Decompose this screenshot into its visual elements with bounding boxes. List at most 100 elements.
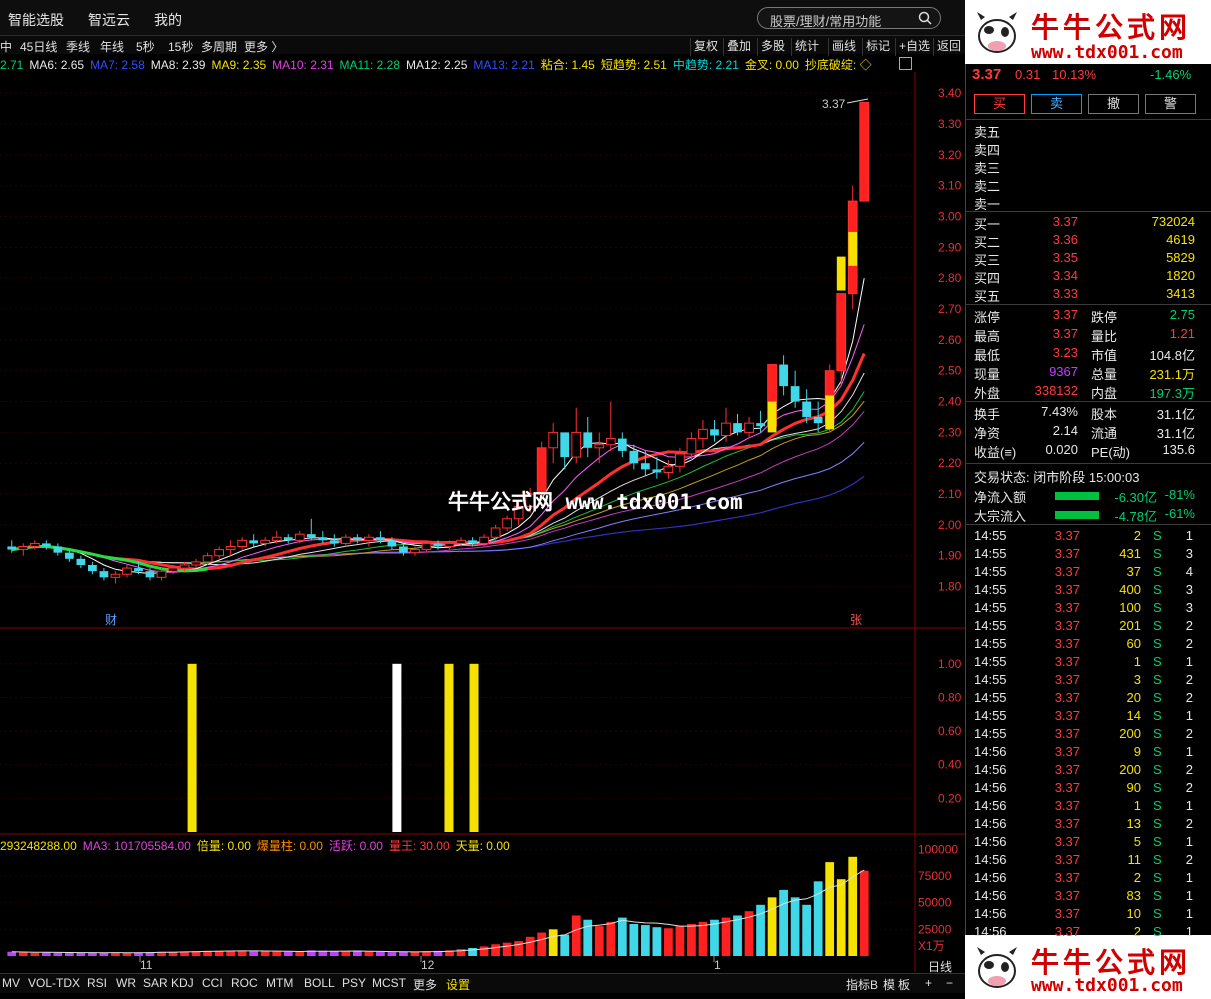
- cow-logo-icon: [977, 947, 1017, 988]
- quote-line: 3.37 0.31 10.13% -1.46%: [970, 65, 1211, 87]
- search-icon[interactable]: [918, 11, 932, 25]
- tick-row: 14:56: [974, 888, 1007, 903]
- tool-multistock[interactable]: 多股: [757, 38, 788, 56]
- cancel-order-button[interactable]: 撤: [1088, 94, 1139, 114]
- bottom-control-1[interactable]: 模: [883, 976, 895, 993]
- tick-row: 9: [1133, 744, 1141, 759]
- volume-bar: [99, 953, 109, 956]
- tool-mark[interactable]: 标记: [862, 38, 893, 56]
- maximize-icon[interactable]: [899, 57, 912, 70]
- tick-row: 11: [1127, 852, 1142, 867]
- candle-body: [502, 518, 512, 529]
- candle-body: [617, 438, 627, 451]
- volume-bar: [698, 921, 708, 956]
- candle-body: [168, 567, 178, 572]
- tick-row: S: [1153, 618, 1162, 633]
- tick-row: 200: [1119, 726, 1141, 741]
- bottom-control-3[interactable]: +: [925, 976, 932, 990]
- volume-bar: [387, 952, 397, 956]
- indicator-tab-11[interactable]: MCST: [372, 976, 406, 990]
- tick-row: 1: [1185, 708, 1193, 723]
- candle-body: [583, 432, 593, 448]
- quote-pct: 10.13%: [1052, 67, 1097, 82]
- indicator-tab-5[interactable]: KDJ: [171, 976, 194, 990]
- indicator-tab-4[interactable]: SAR: [143, 976, 168, 990]
- period-year[interactable]: 年线: [100, 38, 124, 55]
- alert-button[interactable]: 警: [1145, 94, 1196, 114]
- tick-row: S: [1153, 708, 1162, 723]
- search-input[interactable]: 股票/理财/常用功能: [757, 7, 941, 29]
- volume-tick-label: 25000: [918, 922, 952, 936]
- candle-body: [283, 537, 293, 541]
- flow-bar: [1055, 492, 1099, 500]
- tick-row: 14:55: [974, 690, 1007, 705]
- tick-row: S: [1153, 672, 1162, 687]
- tick-row: 14:55: [974, 672, 1007, 687]
- period-multi[interactable]: 多周期: [201, 38, 237, 55]
- tool-back[interactable]: 返回: [933, 38, 964, 56]
- tick-row: 3.37: [1054, 564, 1080, 579]
- top-menu-bar: 智能选股 智远云 我的 股票/理财/常用功能: [0, 0, 965, 36]
- period-5sec[interactable]: 5秒: [136, 38, 155, 55]
- stat-row: 1.21: [1169, 326, 1195, 341]
- volume-bar: [525, 936, 535, 956]
- indicator-tab-3[interactable]: WR: [116, 976, 136, 990]
- indicator-tab-0[interactable]: MV: [2, 976, 20, 990]
- candle-body: [456, 539, 466, 544]
- tick-row: 37: [1126, 564, 1141, 579]
- tool-fuquan[interactable]: 复权: [690, 38, 721, 56]
- tool-stats[interactable]: 统计: [791, 38, 822, 56]
- tick-row: 2: [1185, 726, 1193, 741]
- candle-body: [364, 536, 374, 541]
- candle-body: [733, 423, 742, 433]
- indicator-tab-1[interactable]: VOL-TDX: [28, 976, 80, 990]
- tool-draw[interactable]: 画线: [828, 38, 859, 56]
- candle-body: [779, 364, 788, 387]
- bid-row: 买一: [974, 217, 1001, 232]
- date-tick-label: 1: [714, 958, 721, 972]
- buy-button[interactable]: 买: [974, 94, 1025, 114]
- period-min[interactable]: 中: [0, 38, 12, 55]
- indicator-tab-6[interactable]: CCI: [202, 976, 223, 990]
- indicator-tab-2[interactable]: RSI: [87, 976, 107, 990]
- indicator-tab-7[interactable]: ROC: [231, 976, 258, 990]
- period-more[interactable]: 更多 〉: [244, 38, 283, 55]
- bottom-control-2[interactable]: 板: [898, 976, 910, 993]
- flow-row: 净流入额: [974, 490, 1027, 505]
- bottom-control-4[interactable]: −: [946, 976, 953, 990]
- tool-add-watchlist[interactable]: +自选: [895, 38, 933, 56]
- indicator-tab-8[interactable]: MTM: [266, 976, 293, 990]
- ma-value-0: 2.71: [0, 58, 24, 72]
- tick-row: 201: [1119, 618, 1141, 633]
- menu-mine[interactable]: 我的: [154, 10, 182, 30]
- candle-body: [571, 431, 582, 458]
- price-tick-label: 2.70: [938, 302, 962, 316]
- tick-row: 1: [1185, 870, 1193, 885]
- indicator-tab-13[interactable]: 设置: [446, 976, 470, 993]
- day-line-label[interactable]: 日线: [928, 958, 952, 975]
- menu-zhiyuan-cloud[interactable]: 智远云: [88, 10, 130, 30]
- period-45day[interactable]: 45日线: [20, 38, 57, 55]
- period-quarter[interactable]: 季线: [66, 38, 90, 55]
- bid-row: 4619: [1166, 232, 1195, 247]
- tick-row: 14:56: [974, 924, 1007, 939]
- date-tick-label: 12: [421, 958, 435, 972]
- tick-row: 1: [1185, 906, 1193, 921]
- bottom-control-0[interactable]: 指标B: [846, 976, 878, 993]
- tick-row: 14:55: [974, 636, 1007, 651]
- tool-overlay[interactable]: 叠加: [723, 38, 754, 56]
- tick-row: 2: [1185, 618, 1193, 633]
- indicator-tab-10[interactable]: PSY: [342, 976, 366, 990]
- period-15sec[interactable]: 15秒: [168, 38, 193, 55]
- candle-body: [468, 540, 477, 544]
- tick-row: 400: [1119, 582, 1141, 597]
- stat-row: 3.37: [1052, 326, 1078, 341]
- volume-bar: [272, 951, 282, 956]
- tick-row: S: [1153, 654, 1162, 669]
- indicator-tab-9[interactable]: BOLL: [304, 976, 335, 990]
- menu-smart-pick[interactable]: 智能选股: [8, 10, 64, 30]
- tick-row: S: [1153, 780, 1162, 795]
- tick-row: S: [1153, 852, 1162, 867]
- sell-button[interactable]: 卖: [1031, 94, 1082, 114]
- indicator-tab-12[interactable]: 更多: [413, 976, 437, 993]
